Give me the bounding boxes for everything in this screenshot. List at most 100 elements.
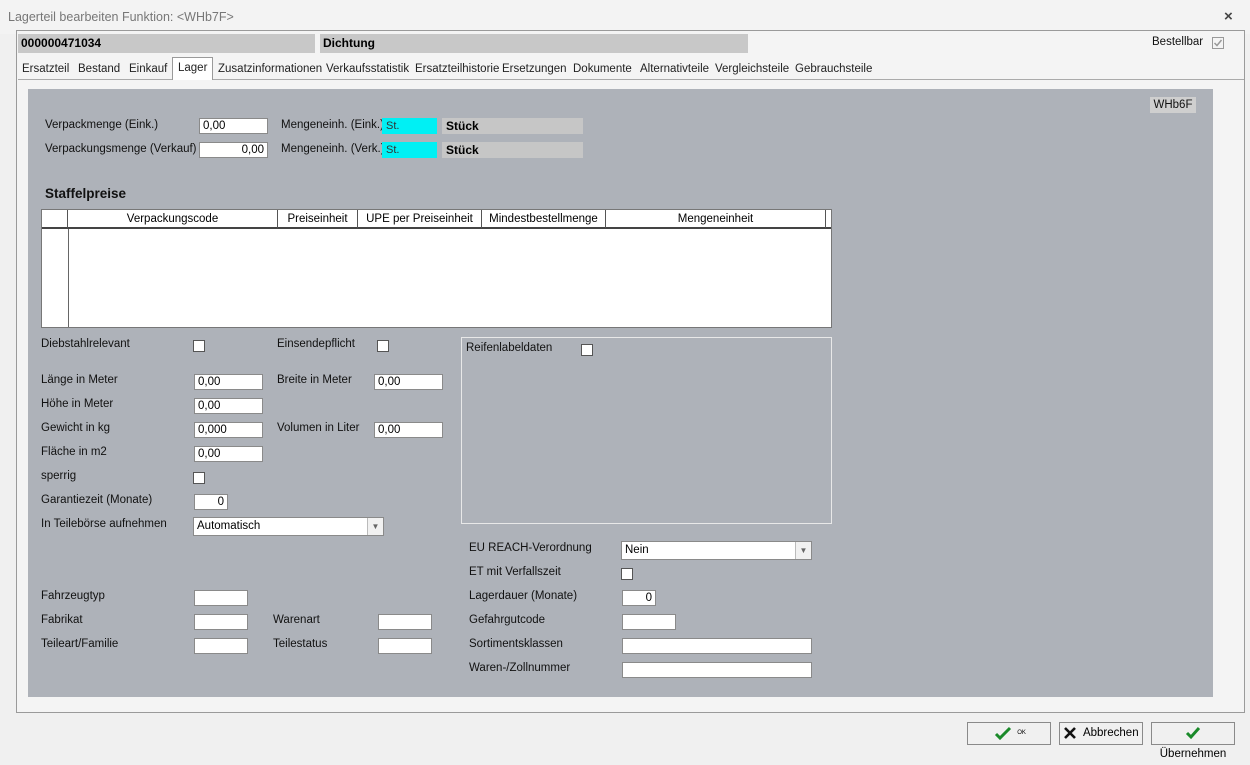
unit-sale-name: Stück (442, 142, 583, 158)
description-field: Dichtung (320, 34, 748, 53)
tab-zusatzinformationen[interactable]: Zusatzinformationen (218, 59, 322, 79)
check-icon (1185, 726, 1201, 740)
chevron-down-icon[interactable]: ▼ (795, 542, 811, 559)
tab-ersatzteil[interactable]: Ersatzteil (22, 59, 69, 79)
window-title: Lagerteil bearbeiten Funktion: <WHb7F> (8, 10, 234, 24)
ok-check-icon (995, 726, 1012, 741)
reach-select[interactable]: Nein ▼ (621, 541, 812, 560)
orderable-label: Bestellbar (1152, 36, 1204, 48)
garantie-input[interactable]: 0 (194, 494, 228, 510)
hoehe-label: Höhe in Meter (41, 398, 114, 410)
apply-button[interactable]: Übernehmen (1151, 722, 1235, 760)
ok-button[interactable]: OK (967, 722, 1051, 745)
gewicht-label: Gewicht in kg (41, 422, 111, 434)
gewicht-input[interactable]: 0,000 (194, 422, 263, 438)
teileart-input[interactable] (194, 638, 248, 654)
einsende-checkbox[interactable] (377, 340, 389, 352)
checkmark-icon (1213, 39, 1223, 47)
chevron-down-icon[interactable]: ▼ (367, 518, 383, 535)
code-tag: WHb6F (1150, 97, 1196, 113)
grid-corner (42, 210, 68, 229)
cancel-label: Abbrechen (1082, 727, 1139, 739)
grid-col-mindestbestellmenge[interactable]: Mindestbestellmenge (482, 210, 606, 229)
grid-col-filler (826, 210, 831, 229)
teilestatus-label: Teilestatus (273, 638, 328, 650)
cancel-button[interactable]: Abbrechen (1059, 722, 1143, 745)
pack-purchase-label: Verpackmenge (Eink.) (45, 119, 159, 131)
verfall-checkbox[interactable] (621, 568, 633, 580)
grid-col-mengeneinheit[interactable]: Mengeneinheit (606, 210, 826, 229)
verfall-label: ET mit Verfallszeit (469, 566, 561, 578)
teileboerse-select[interactable]: Automatisch ▼ (193, 517, 384, 536)
laenge-input[interactable]: 0,00 (194, 374, 263, 390)
orderable-checkbox[interactable] (1212, 37, 1224, 49)
lagerdauer-label: Lagerdauer (Monate) (469, 590, 578, 602)
tab-ersatzteilhistorie[interactable]: Ersatzteilhistorie (415, 59, 499, 79)
laenge-label: Länge in Meter (41, 374, 118, 386)
part-number-field: 000000471034 (18, 34, 315, 53)
teileart-label: Teileart/Familie (41, 638, 119, 650)
einsende-label: Einsendepflicht (277, 338, 355, 350)
tab-vergleichsteile[interactable]: Vergleichsteile (715, 59, 789, 79)
sperrig-label: sperrig (41, 470, 77, 482)
reach-value: Nein (625, 544, 649, 556)
apply-label: Übernehmen (1159, 748, 1227, 760)
volumen-input[interactable]: 0,00 (374, 422, 443, 438)
sperrig-checkbox[interactable] (193, 472, 205, 484)
reach-label: EU REACH-Verordnung (469, 542, 592, 554)
fabrikat-label: Fabrikat (41, 614, 83, 626)
sortiment-input[interactable] (622, 638, 812, 654)
fahrzeugtyp-label: Fahrzeugtyp (41, 590, 105, 602)
reifen-groupbox (461, 337, 832, 524)
warenart-label: Warenart (273, 614, 320, 626)
diebstahl-label: Diebstahlrelevant (41, 338, 130, 350)
sortiment-label: Sortimentsklassen (469, 638, 563, 650)
tab-dokumente[interactable]: Dokumente (573, 59, 632, 79)
hoehe-input[interactable]: 0,00 (194, 398, 263, 414)
tab-verkaufsstatistik[interactable]: Verkaufsstatistik (326, 59, 409, 79)
teilestatus-input[interactable] (378, 638, 432, 654)
teileboerse-label: In Teilebörse aufnehmen (41, 518, 167, 530)
tab-bar: Ersatzteil Bestand Einkauf Lager Zusatzi… (18, 57, 1244, 80)
fabrikat-input[interactable] (194, 614, 248, 630)
tab-einkauf[interactable]: Einkauf (129, 59, 167, 79)
volumen-label: Volumen in Liter (277, 422, 360, 434)
breite-input[interactable]: 0,00 (374, 374, 443, 390)
unit-purchase-name: Stück (442, 118, 583, 134)
close-icon (1064, 727, 1077, 739)
fahrzeugtyp-input[interactable] (194, 590, 248, 606)
reifen-label: Reifenlabeldaten (466, 342, 553, 354)
staffel-grid[interactable]: Verpackungscode Preiseinheit UPE per Pre… (41, 209, 832, 328)
unit-purchase-code[interactable]: St. (382, 118, 437, 134)
ok-label: OK (1017, 730, 1026, 736)
grid-col-verpackungscode[interactable]: Verpackungscode (68, 210, 278, 229)
gefahrgut-input[interactable] (622, 614, 676, 630)
staffel-title: Staffelpreise (45, 186, 127, 201)
grid-col-upe[interactable]: UPE per Preiseinheit (358, 210, 482, 229)
tab-lager[interactable]: Lager (172, 57, 214, 80)
pack-sale-input[interactable]: 0,00 (199, 142, 268, 158)
reifen-checkbox[interactable] (581, 344, 593, 356)
zoll-input[interactable] (622, 662, 812, 678)
teileboerse-value: Automatisch (197, 520, 261, 532)
tab-gebrauchsteile[interactable]: Gebrauchsteile (795, 59, 872, 79)
lagerdauer-input[interactable]: 0 (622, 590, 656, 606)
garantie-label: Garantiezeit (Monate) (41, 494, 153, 506)
flaeche-label: Fläche in m2 (41, 446, 107, 458)
pack-purchase-input[interactable]: 0,00 (199, 118, 268, 134)
pack-sale-label: Verpackungsmenge (Verkauf) (45, 143, 197, 155)
diebstahl-checkbox[interactable] (193, 340, 205, 352)
grid-col-preiseinheit[interactable]: Preiseinheit (278, 210, 358, 229)
tab-ersetzungen[interactable]: Ersetzungen (502, 59, 567, 79)
breite-label: Breite in Meter (277, 374, 352, 386)
gefahrgut-label: Gefahrgutcode (469, 614, 546, 626)
unit-purchase-label: Mengeneinh. (Eink.) (281, 119, 384, 131)
close-icon[interactable]: × (1224, 8, 1233, 25)
unit-sale-label: Mengeneinh. (Verk.) (281, 143, 385, 155)
warenart-input[interactable] (378, 614, 432, 630)
unit-sale-code[interactable]: St. (382, 142, 437, 158)
zoll-label: Waren-/Zollnummer (469, 662, 571, 674)
tab-alternativteile[interactable]: Alternativteile (640, 59, 709, 79)
tab-bestand[interactable]: Bestand (78, 59, 120, 79)
flaeche-input[interactable]: 0,00 (194, 446, 263, 462)
